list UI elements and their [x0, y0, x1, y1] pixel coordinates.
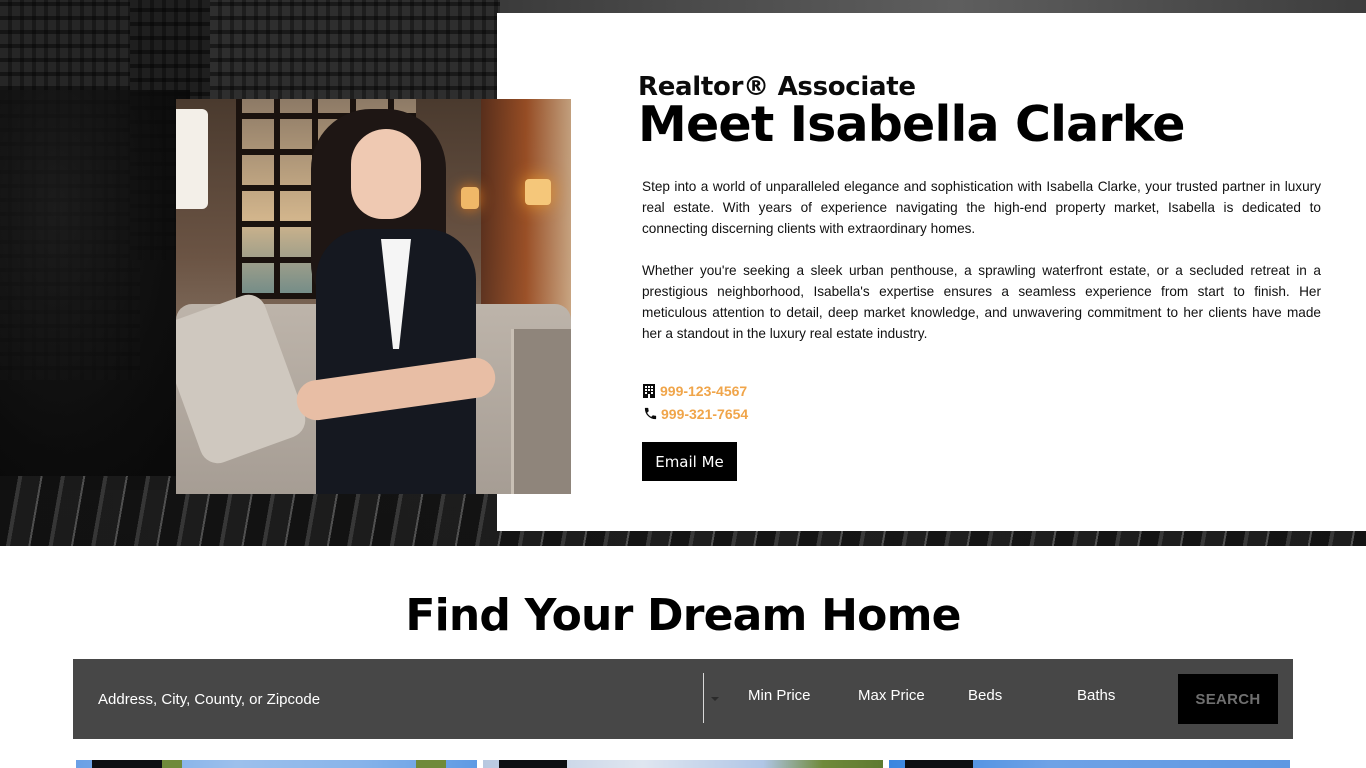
dropdown-caret-icon[interactable] [711, 697, 719, 701]
building-icon [642, 383, 656, 398]
agent-heading: Realtor® Associate Meet Isabella Clarke [638, 70, 1328, 152]
beds-dropdown[interactable]: Beds [968, 687, 1002, 704]
agent-name-title: Meet Isabella Clarke [638, 96, 1185, 153]
property-search-bar: Min Price Max Price Beds Baths SEARCH [73, 659, 1293, 739]
mobile-phone-link[interactable]: 999-321-7654 [661, 406, 748, 422]
search-section-heading: Find Your Dream Home [405, 590, 961, 641]
search-divider [703, 673, 704, 723]
office-phone-link[interactable]: 999-123-4567 [660, 383, 747, 399]
contact-list: 999-123-4567 999-321-7654 [642, 379, 748, 425]
min-price-dropdown[interactable]: Min Price [748, 687, 811, 704]
agent-bio: Step into a world of unparalleled elegan… [642, 176, 1321, 344]
trees-silhouette [0, 90, 190, 490]
listing-card-2[interactable] [483, 760, 883, 768]
mobile-phone-row: 999-321-7654 [642, 402, 748, 425]
bio-paragraph: Step into a world of unparalleled elegan… [642, 179, 1321, 236]
location-search-input[interactable] [87, 673, 687, 725]
phone-icon [642, 407, 658, 421]
office-phone-row: 999-123-4567 [642, 379, 748, 402]
max-price-dropdown[interactable]: Max Price [858, 687, 925, 704]
agent-portrait [176, 99, 571, 494]
listing-card-3[interactable] [889, 760, 1290, 768]
bio-paragraph: Whether you're seeking a sleek urban pen… [642, 263, 1321, 341]
search-button[interactable]: SEARCH [1178, 674, 1278, 724]
baths-dropdown[interactable]: Baths [1077, 687, 1115, 704]
email-me-button[interactable]: Email Me [642, 442, 737, 481]
listing-card-1[interactable] [76, 760, 477, 768]
